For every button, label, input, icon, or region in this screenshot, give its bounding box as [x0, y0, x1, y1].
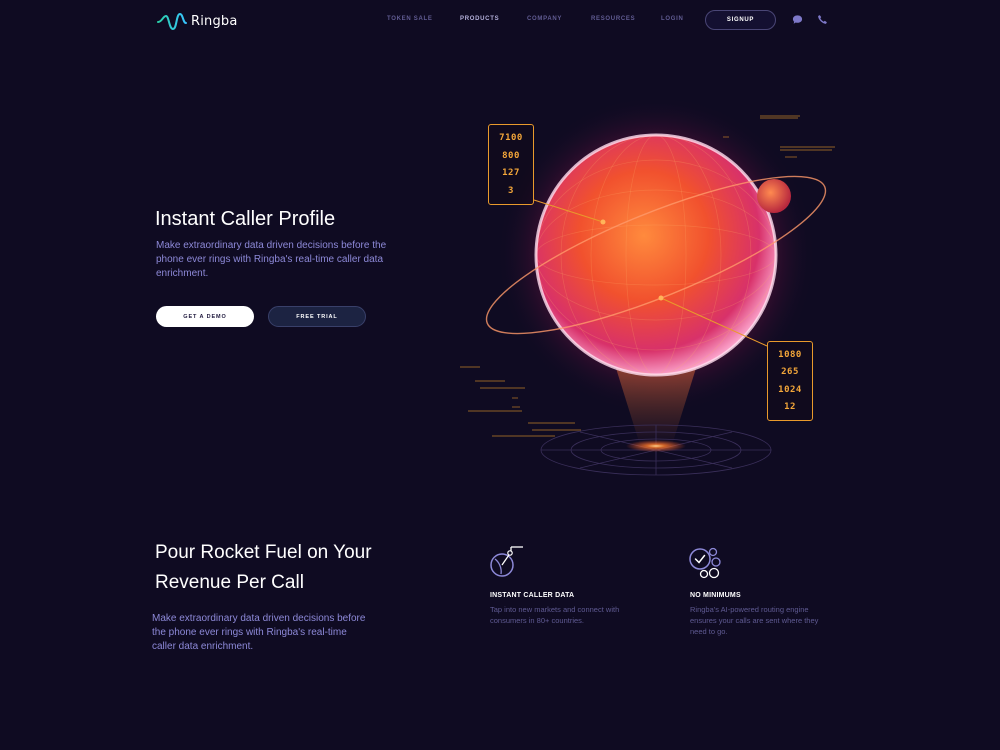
readout-value: 1080 — [778, 349, 802, 360]
readout-value: 127 — [502, 168, 520, 179]
nav-company[interactable]: COMPANY — [527, 16, 562, 22]
readout-value: 3 — [508, 186, 514, 197]
data-readout-left: 7100 800 127 3 — [488, 124, 534, 205]
chat-icon[interactable] — [792, 14, 803, 25]
nav-token-sale[interactable]: TOKEN SALE — [387, 16, 433, 22]
phone-icon[interactable] — [817, 14, 828, 25]
get-demo-button[interactable]: GET A DEMO — [156, 306, 254, 327]
feature-title: NO MINIMUMS — [690, 592, 741, 599]
ringba-wave-icon — [157, 12, 187, 31]
readout-value: 1024 — [778, 384, 802, 395]
nav-resources[interactable]: RESOURCES — [591, 16, 635, 22]
feature-title: INSTANT CALLER DATA — [490, 592, 575, 599]
brand-name: Ringba — [191, 13, 238, 29]
readout-value: 800 — [502, 150, 520, 161]
readout-value: 265 — [781, 367, 799, 378]
free-trial-button[interactable]: FREE TRIAL — [268, 306, 366, 327]
brand-logo[interactable]: Ringba — [157, 11, 238, 31]
check-circles-icon — [689, 547, 721, 579]
nav-login[interactable]: LOGIN — [661, 16, 684, 22]
hero-title: Instant Caller Profile — [155, 208, 336, 230]
satellite-dish-icon — [490, 546, 523, 577]
section-title: Pour Rocket Fuel on Your Revenue Per Cal… — [155, 542, 372, 593]
readout-value: 12 — [784, 402, 796, 413]
nav-products[interactable]: PRODUCTS — [460, 16, 499, 22]
section-description: Make extraordinary data driven decisions… — [152, 613, 366, 652]
feature-description: Tap into new markets and connect with co… — [490, 605, 620, 625]
signup-button[interactable]: SIGNUP — [705, 10, 776, 30]
hero-description: Make extraordinary data driven decisions… — [156, 240, 387, 279]
feature-description: Ringba's AI-powered routing engine ensur… — [690, 605, 819, 636]
data-readout-right: 1080 265 1024 12 — [767, 341, 813, 421]
readout-value: 7100 — [499, 132, 523, 143]
